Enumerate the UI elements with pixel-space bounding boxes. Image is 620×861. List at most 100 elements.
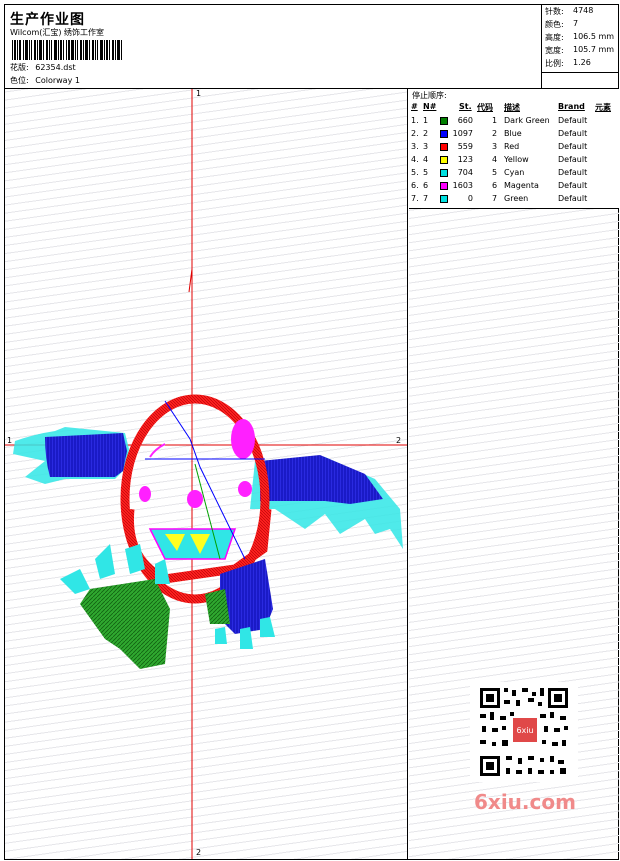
- info-divider: [541, 72, 619, 73]
- stop-row: 6. 6 1603 6 Magenta Default: [409, 180, 619, 193]
- cell-desc: Dark Green: [504, 116, 550, 125]
- cell-code: 3: [492, 142, 498, 151]
- height-value: 106.5 mm: [573, 32, 615, 41]
- cell-code: 5: [492, 168, 498, 177]
- cell-no: 6: [423, 181, 429, 190]
- height-label: 高度:: [545, 33, 564, 42]
- stop-sequence-title: 停止顺序:: [412, 91, 447, 100]
- cell-desc: Yellow: [504, 155, 529, 164]
- axis-label-top: 1: [196, 89, 202, 98]
- cell-desc: Red: [504, 142, 520, 151]
- cell-no: 2: [423, 129, 429, 138]
- cell-idx: 3.: [411, 142, 419, 151]
- axis-label-left: 1: [7, 436, 13, 445]
- cell-idx: 7.: [411, 194, 419, 203]
- height-row: 高度: 106.5 mm: [545, 32, 614, 43]
- cell-brand: Default: [558, 116, 588, 125]
- right-ear: [231, 419, 255, 459]
- claw-7: [260, 617, 275, 637]
- cell-idx: 4.: [411, 155, 419, 164]
- colorway-value: Colorway 1: [35, 76, 80, 85]
- axis-label-right: 2: [396, 436, 402, 445]
- color-swatch: [440, 143, 448, 151]
- cell-idx: 1.: [411, 116, 419, 125]
- cell-no: 5: [423, 168, 429, 177]
- cell-no: 1: [423, 116, 429, 125]
- stop-row: 4. 4 123 4 Yellow Default: [409, 154, 619, 167]
- color-swatch: [440, 169, 448, 177]
- header: 生产作业图 Wilcom(汇宝) 绣饰工作室 花版: 62354.dst 色位:…: [4, 4, 619, 89]
- cell-no: 4: [423, 155, 429, 164]
- width-value: 105.7 mm: [573, 45, 615, 54]
- left-arm-green: [80, 579, 170, 669]
- cell-brand: Default: [558, 194, 588, 203]
- cell-stitches: 660: [457, 116, 473, 125]
- cell-code: 4: [492, 155, 498, 164]
- left-wing-blue: [45, 433, 127, 477]
- cell-idx: 5.: [411, 168, 419, 177]
- claw-3: [125, 544, 145, 574]
- color-swatch: [440, 182, 448, 190]
- left-ear-line: [149, 443, 166, 458]
- stop-row: 7. 7 0 7 Green Default: [409, 193, 619, 206]
- qr-logo-text: 6xiu: [516, 726, 533, 735]
- cell-brand: Default: [558, 129, 588, 138]
- claw-4: [155, 559, 170, 584]
- design-row: 花版: 62354.dst: [10, 62, 76, 73]
- design-label: 花版:: [10, 63, 29, 72]
- cell-no: 3: [423, 142, 429, 151]
- cell-stitches: 123: [457, 155, 473, 164]
- stitches-label: 针数:: [545, 7, 564, 16]
- ratio-row: 比例: 1.26: [545, 58, 591, 69]
- cell-stitches: 559: [457, 142, 473, 151]
- cell-idx: 6.: [411, 181, 419, 190]
- cell-stitches: 1603: [452, 181, 473, 190]
- stitches-row: 针数: 4748: [545, 6, 593, 17]
- col-header-desc: 描述: [504, 103, 520, 112]
- claw-1: [60, 569, 90, 594]
- color-swatch: [440, 195, 448, 203]
- col-header-no: N#: [423, 102, 437, 111]
- col-header-elem: 元素: [595, 103, 611, 112]
- mouth: [148, 528, 237, 560]
- center-eye: [187, 490, 203, 508]
- cell-no: 7: [423, 194, 429, 203]
- color-swatch: [440, 156, 448, 164]
- design-file: 62354.dst: [35, 63, 76, 72]
- col-header-stitches: St.: [459, 102, 472, 111]
- embroidery-preview: [5, 89, 407, 859]
- cell-desc: Cyan: [504, 168, 525, 177]
- right-eye: [238, 481, 252, 497]
- colors-value: 7: [573, 19, 579, 28]
- cell-stitches: 704: [457, 168, 473, 177]
- design-info: 针数: 4748 颜色: 7 高度: 106.5 mm 宽度: 105.7 mm 比例:…: [541, 4, 619, 89]
- cell-brand: Default: [558, 142, 588, 151]
- watermark-text: 6xiu.com: [474, 790, 576, 814]
- design-canvas: 1 1 2 2: [5, 89, 408, 859]
- colors-label: 颜色:: [545, 20, 564, 29]
- color-swatch: [440, 117, 448, 125]
- cell-code: 2: [492, 129, 498, 138]
- colorway-row: 色位: Colorway 1: [10, 75, 80, 86]
- studio-name: Wilcom(汇宝) 绣饰工作室: [10, 28, 105, 37]
- color-swatch: [440, 130, 448, 138]
- claw-5: [215, 627, 227, 644]
- cell-stitches: 1097: [452, 129, 473, 138]
- cell-brand: Default: [558, 155, 588, 164]
- cell-code: 1: [492, 116, 498, 125]
- ratio-label: 比例:: [545, 59, 564, 68]
- stop-row: 2. 2 1097 2 Blue Default: [409, 128, 619, 141]
- colors-row: 颜色: 7: [545, 19, 578, 30]
- axis-label-bottom: 2: [196, 848, 202, 857]
- page-title: 生产作业图: [10, 12, 85, 28]
- cell-code: 6: [492, 181, 498, 190]
- stop-row: 5. 5 704 5 Cyan Default: [409, 167, 619, 180]
- cell-desc: Magenta: [504, 181, 539, 190]
- ratio-value: 1.26: [573, 58, 591, 67]
- cell-desc: Green: [504, 194, 529, 203]
- stop-sequence-table: 停止顺序: # N# St. 代码 描述 Brand 元素 1. 1 660 1 Dar…: [409, 89, 619, 209]
- claw-2: [95, 544, 115, 579]
- col-header-idx: #: [411, 102, 418, 111]
- cell-desc: Blue: [504, 129, 522, 138]
- cell-idx: 2.: [411, 129, 419, 138]
